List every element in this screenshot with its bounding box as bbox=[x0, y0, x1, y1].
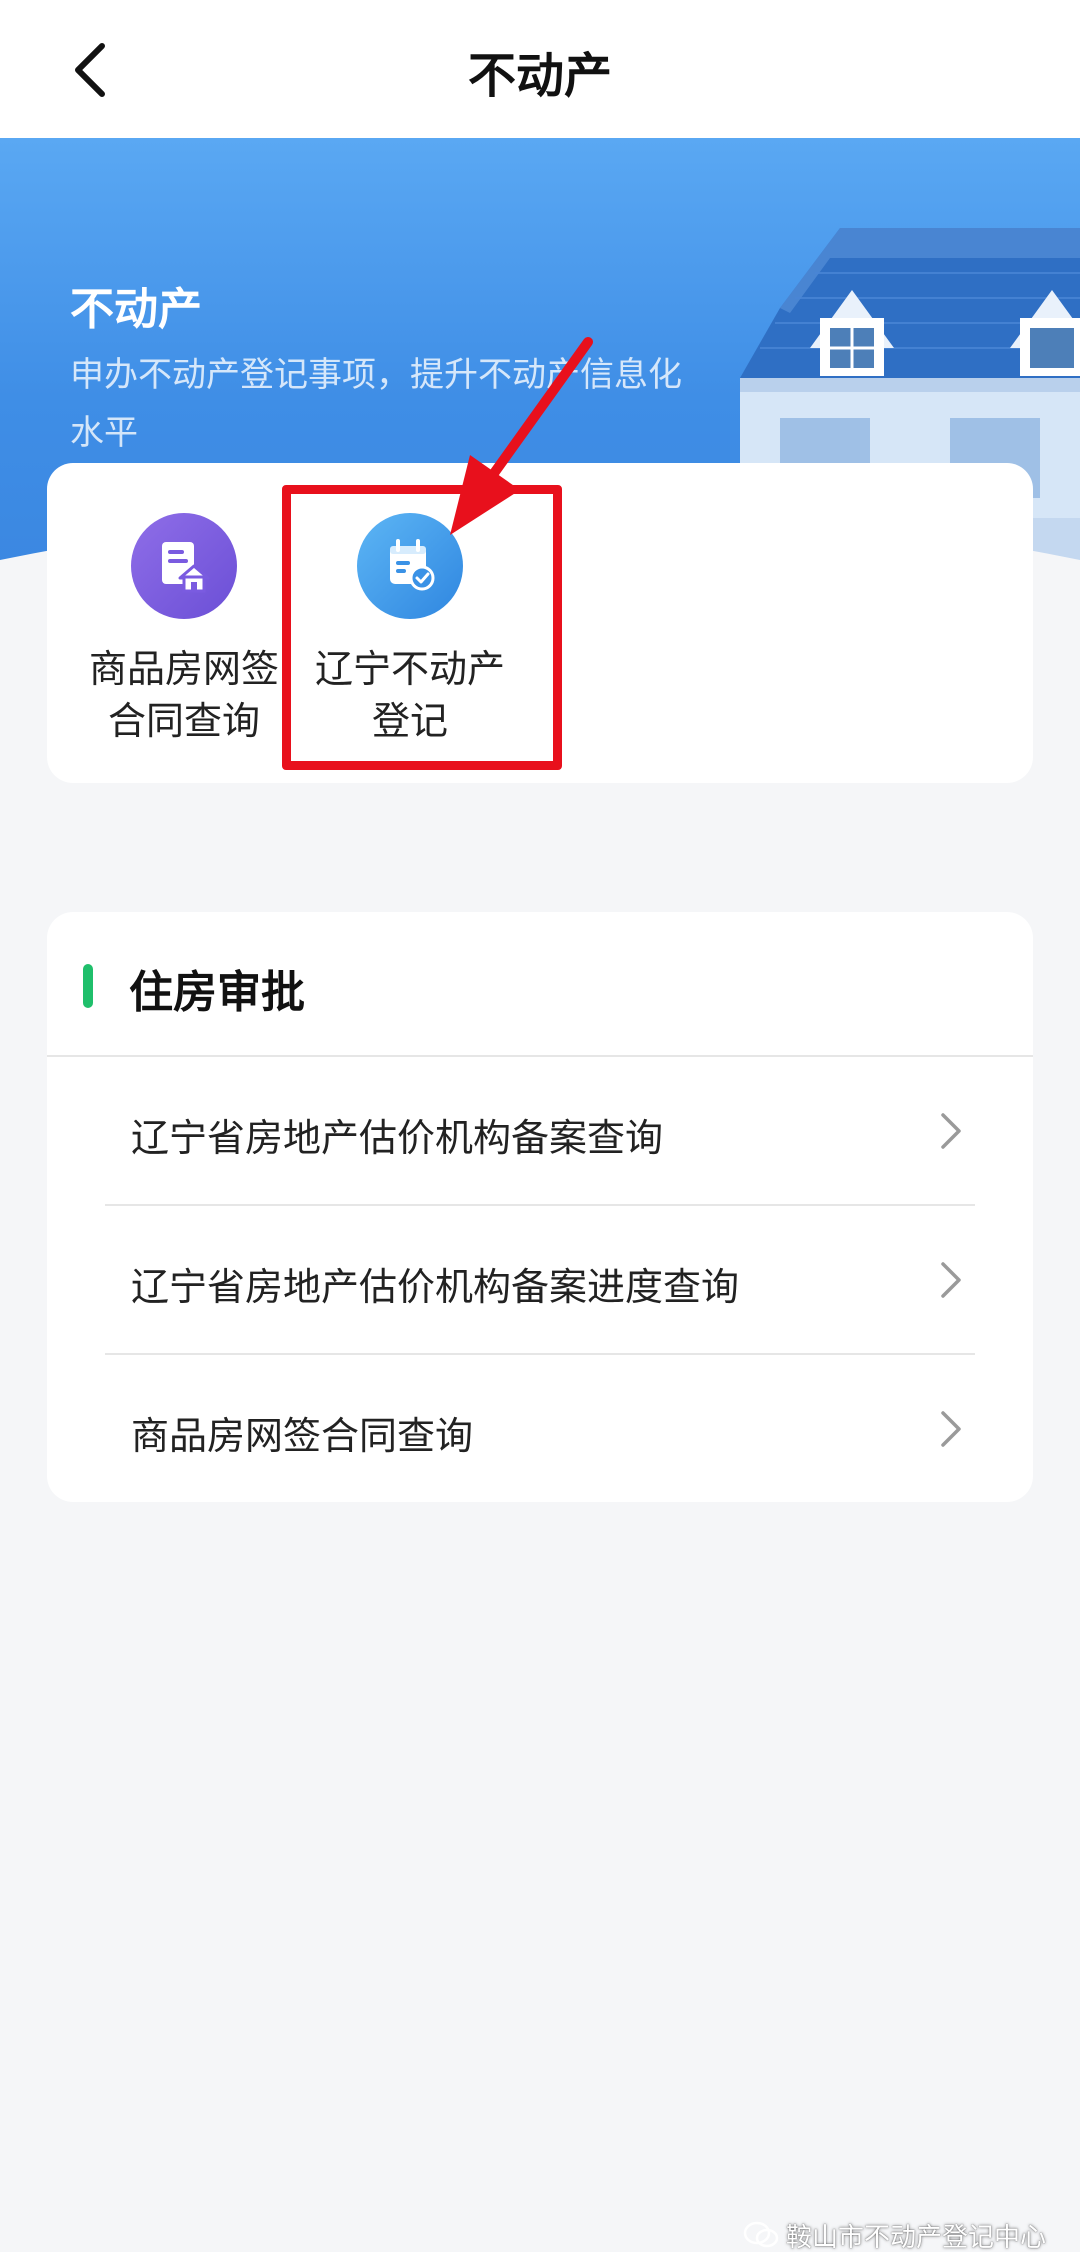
watermark: 鞍山市不动产登记中心 bbox=[742, 2220, 1046, 2252]
list-item-contract-query[interactable]: 商品房网签合同查询 bbox=[105, 1355, 975, 1502]
hero-title: 不动产 bbox=[70, 284, 202, 335]
list-item-label: 辽宁省房地产估价机构备案进度查询 bbox=[131, 1265, 740, 1309]
chevron-right-icon bbox=[941, 1262, 961, 1298]
quick-item-contract-query[interactable]: 商品房网签 合同查询 bbox=[69, 513, 299, 747]
section-title: 住房审批 bbox=[129, 967, 305, 1018]
page-title: 不动产 bbox=[467, 48, 612, 104]
housing-approval-card: 住房审批 辽宁省房地产估价机构备案查询 辽宁省房地产估价机构备案进度查询 商品房… bbox=[47, 912, 1033, 1502]
quick-item-label: 商品房网签 合同查询 bbox=[88, 647, 279, 743]
list-item-appraisal-filing-query[interactable]: 辽宁省房地产估价机构备案查询 bbox=[105, 1057, 975, 1206]
red-arrow-annotation bbox=[450, 337, 593, 535]
section-header: 住房审批 bbox=[47, 912, 1033, 1057]
chevron-right-icon bbox=[941, 1113, 961, 1149]
list-item-label: 辽宁省房地产估价机构备案查询 bbox=[131, 1116, 664, 1160]
watermark-text: 鞍山市不动产登记中心 bbox=[785, 2222, 1046, 2252]
list-item-label: 商品房网签合同查询 bbox=[131, 1414, 474, 1458]
wechat-icon bbox=[743, 2221, 779, 2248]
contract-house-icon bbox=[131, 513, 237, 619]
list-item-appraisal-progress-query[interactable]: 辽宁省房地产估价机构备案进度查询 bbox=[105, 1206, 975, 1355]
section-accent-bar bbox=[83, 964, 93, 1008]
chevron-right-icon bbox=[941, 1411, 961, 1447]
top-navbar: 不动产 bbox=[0, 0, 1080, 138]
